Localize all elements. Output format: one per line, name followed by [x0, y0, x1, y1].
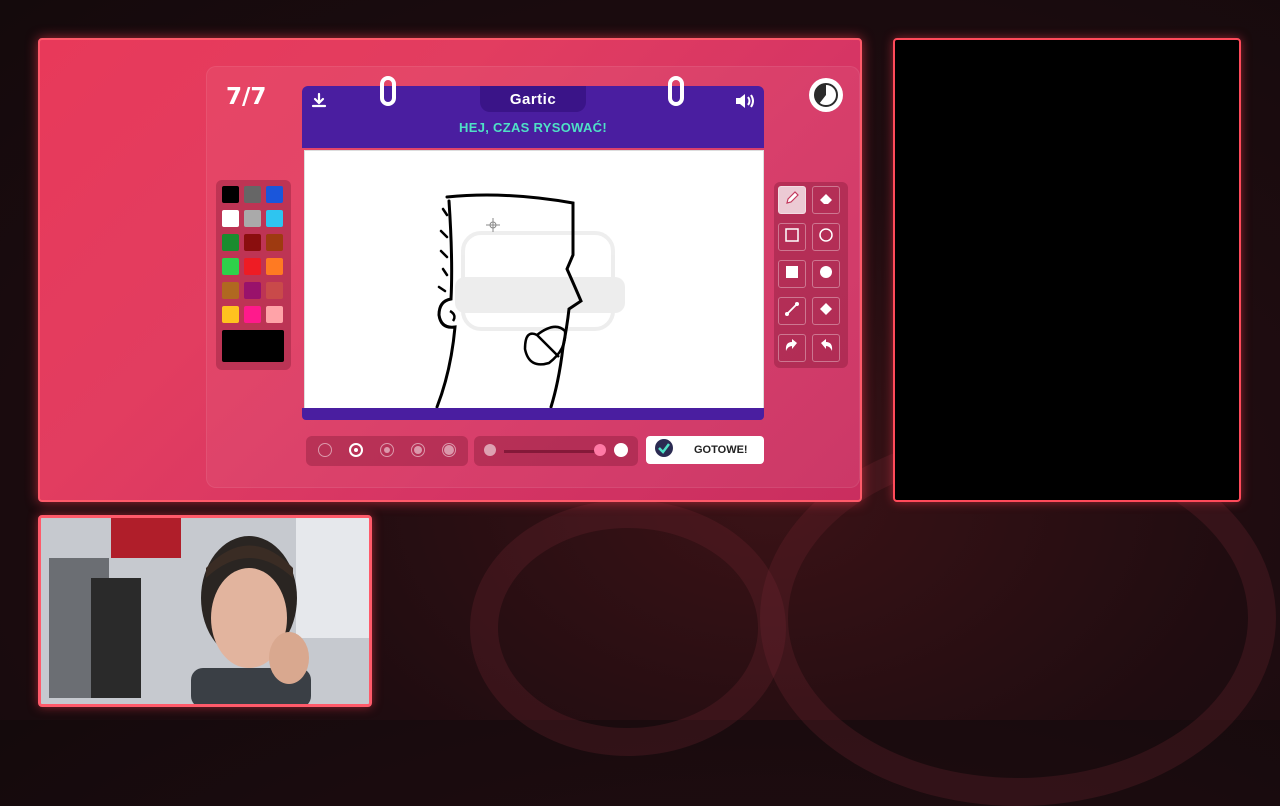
- color-swatch[interactable]: [266, 282, 283, 299]
- color-swatch[interactable]: [266, 186, 283, 203]
- book-ring: [668, 76, 684, 106]
- brush-size-4[interactable]: [411, 443, 425, 457]
- rectangle-tool[interactable]: [778, 223, 806, 251]
- high-opacity-dot: [614, 443, 628, 457]
- drawing-canvas[interactable]: [304, 150, 764, 416]
- drawing-prompt: HEJ, CZAS RYSOWAĆ!: [459, 120, 607, 135]
- color-swatch[interactable]: [222, 210, 239, 227]
- square-filled-icon: [785, 265, 799, 284]
- timer-clock-icon: [809, 78, 843, 112]
- filled-rectangle-tool[interactable]: [778, 260, 806, 288]
- redo-icon: [818, 338, 834, 359]
- circle-filled-icon: [819, 265, 833, 284]
- undo-icon: [784, 338, 800, 359]
- webcam-feed: [38, 515, 372, 707]
- color-swatch[interactable]: [266, 258, 283, 275]
- color-swatch[interactable]: [244, 306, 261, 323]
- color-swatch[interactable]: [244, 282, 261, 299]
- color-swatch[interactable]: [266, 306, 283, 323]
- color-swatch[interactable]: [222, 306, 239, 323]
- brush-size-bar: [306, 436, 468, 466]
- crosshair-cursor-icon: [486, 218, 500, 232]
- drawing-strokes: [435, 193, 625, 409]
- color-palette: [216, 180, 291, 370]
- done-button[interactable]: GOTOWE!: [646, 436, 764, 464]
- color-swatch[interactable]: [244, 234, 261, 251]
- filled-ellipse-tool[interactable]: [812, 260, 840, 288]
- opacity-slider-bar: [474, 436, 638, 466]
- side-panel: [893, 38, 1241, 502]
- pencil-tool[interactable]: [778, 186, 806, 214]
- webcam-image: [41, 518, 369, 704]
- eraser-tool[interactable]: [812, 186, 840, 214]
- ellipse-tool[interactable]: [812, 223, 840, 251]
- brush-size-3[interactable]: [380, 443, 394, 457]
- round-counter: 7/7: [226, 84, 267, 110]
- current-color-swatch: [222, 330, 284, 362]
- opacity-slider-track[interactable]: [504, 450, 598, 453]
- fill-tool[interactable]: [812, 297, 840, 325]
- color-swatch[interactable]: [222, 234, 239, 251]
- color-swatch[interactable]: [222, 186, 239, 203]
- line-tool[interactable]: [778, 297, 806, 325]
- low-opacity-dot: [484, 444, 496, 456]
- undo-tool[interactable]: [778, 334, 806, 362]
- download-icon[interactable]: [310, 92, 328, 115]
- line-icon: [784, 301, 800, 322]
- bucket-icon: [818, 301, 834, 322]
- color-swatch[interactable]: [244, 186, 261, 203]
- redo-tool[interactable]: [812, 334, 840, 362]
- done-button-label: GOTOWE!: [694, 444, 748, 456]
- color-swatch[interactable]: [266, 210, 283, 227]
- background-swirl: [470, 500, 786, 756]
- pencil-icon: [784, 190, 800, 211]
- brush-size-2[interactable]: [349, 443, 363, 457]
- square-outline-icon: [785, 227, 799, 247]
- circle-outline-icon: [819, 227, 833, 247]
- gartic-logo: Gartic: [480, 86, 586, 112]
- color-swatch[interactable]: [222, 282, 239, 299]
- color-swatch[interactable]: [244, 210, 261, 227]
- volume-icon[interactable]: [734, 92, 756, 115]
- color-swatch[interactable]: [244, 258, 261, 275]
- color-swatch[interactable]: [266, 234, 283, 251]
- drawing-book-header: Gartic HEJ, CZAS RYSOWAĆ!: [302, 86, 764, 148]
- game-frame: 7/7 Gartic HEJ, CZAS RYSOWAĆ! GOTOWE!: [38, 38, 862, 502]
- book-bottom-edge: [302, 408, 764, 420]
- eraser-icon: [818, 190, 834, 211]
- brush-size-1[interactable]: [318, 443, 332, 457]
- checkmark-icon: [654, 438, 674, 463]
- book-ring: [380, 76, 396, 106]
- tools-panel: [774, 182, 848, 368]
- gartic-phone-watermark: [455, 231, 625, 331]
- color-swatch[interactable]: [222, 258, 239, 275]
- opacity-slider-handle[interactable]: [594, 444, 606, 456]
- brush-size-5[interactable]: [442, 443, 456, 457]
